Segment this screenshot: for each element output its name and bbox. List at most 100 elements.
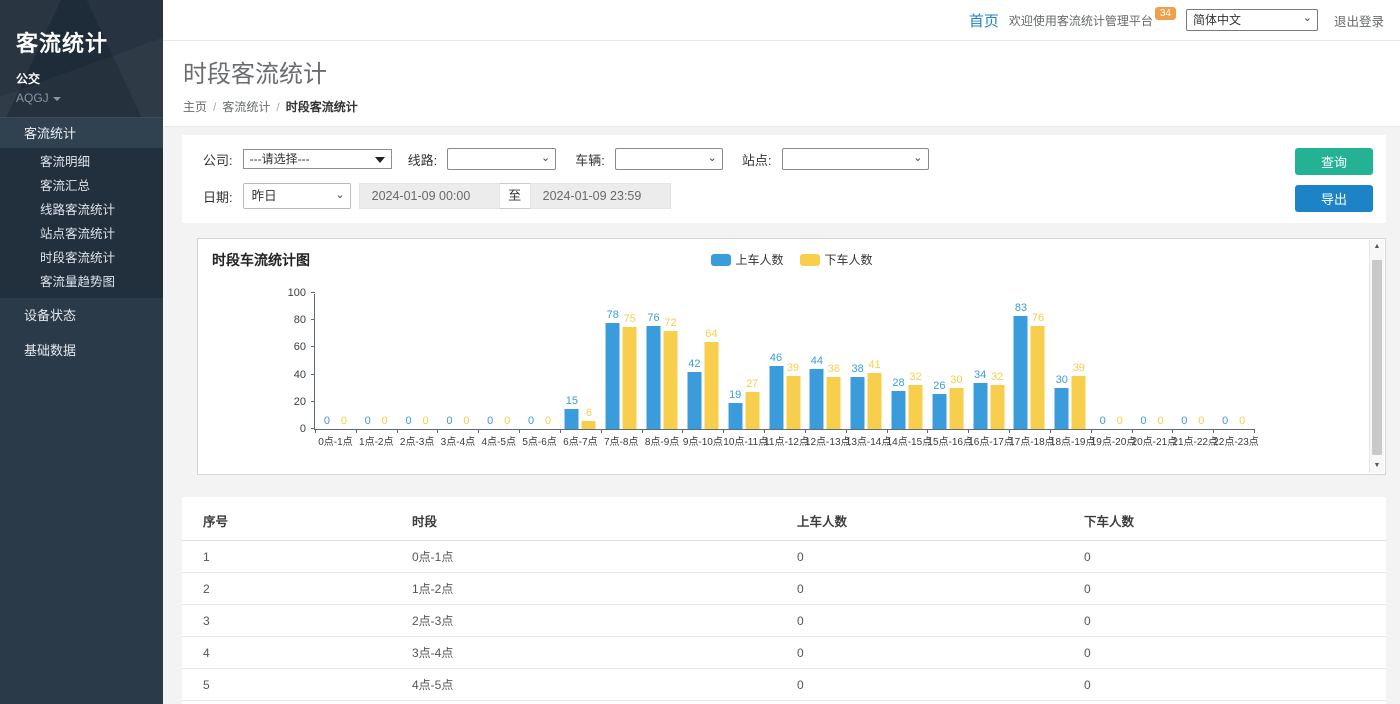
bar[interactable]: [973, 383, 987, 429]
sidebar-subitem-4[interactable]: 站点客流统计: [0, 222, 163, 246]
bar-value-label: 34: [974, 369, 986, 381]
bar-pair: 00: [402, 415, 433, 429]
vehicle-select[interactable]: [615, 148, 723, 170]
company-select[interactable]: ---请选择---: [243, 149, 392, 169]
bar[interactable]: [745, 392, 759, 429]
table-cell: 0: [1084, 669, 1386, 701]
scrollbar-up-icon[interactable]: ▲: [1370, 240, 1384, 254]
bar[interactable]: [728, 403, 742, 429]
notification-badge[interactable]: 34: [1155, 7, 1176, 20]
sidebar-subitem-3[interactable]: 线路客流统计: [0, 198, 163, 222]
table-row: 10点-1点00: [182, 541, 1386, 573]
bar-column: 15: [565, 395, 579, 429]
page-heading: 时段客流统计 主页/客流统计/时段客流统计: [163, 41, 1400, 127]
bar[interactable]: [1031, 326, 1045, 429]
hourly-stats-table: 序号时段上车人数下车人数 10点-1点0021点-2点0032点-3点0043点…: [182, 499, 1386, 704]
legend-item[interactable]: 下车人数: [800, 251, 873, 268]
bar-pair: 7672: [647, 312, 678, 429]
bar[interactable]: [810, 369, 824, 429]
breadcrumb-passenger-stats[interactable]: 客流统计: [222, 100, 270, 114]
bar[interactable]: [623, 327, 637, 429]
bar-value-label: 46: [770, 352, 782, 364]
x-axis-category-label: 13点-14点: [846, 433, 887, 448]
home-link[interactable]: 首页: [969, 10, 999, 31]
bar-pair: 00: [442, 415, 473, 429]
bar[interactable]: [1014, 316, 1028, 429]
breadcrumb-home[interactable]: 主页: [183, 100, 207, 114]
bar[interactable]: [769, 366, 783, 429]
content: 公司: ---请选择--- 线路: ⌄ 车辆: ⌄ 站点:: [163, 127, 1400, 704]
query-button[interactable]: 查询: [1295, 148, 1373, 175]
table-row: 65点-6点00: [182, 701, 1386, 704]
sidebar-subitem-1[interactable]: 客流明细: [0, 150, 163, 174]
bar[interactable]: [1055, 388, 1069, 429]
bar-column: 0: [442, 415, 456, 429]
table-cell: 2点-3点: [412, 605, 797, 637]
bar-group: 463911点-12点: [764, 294, 805, 429]
logout-link[interactable]: 退出登录: [1334, 11, 1384, 30]
caret-down-icon: [53, 97, 61, 101]
bar-pair: 38 41: [851, 359, 882, 429]
bar-value-label: 0: [1100, 415, 1106, 427]
bar-column: 0: [1235, 415, 1249, 429]
bar[interactable]: [909, 385, 923, 429]
bar-pair: 3039: [1055, 362, 1086, 429]
scrollbar-down-icon[interactable]: ▼: [1370, 459, 1384, 473]
chart-scrollbar[interactable]: ▲ ▼: [1369, 240, 1384, 473]
bar[interactable]: [704, 342, 718, 429]
bar[interactable]: [565, 409, 579, 429]
sidebar-subitem-6[interactable]: 客流量趋势图: [0, 270, 163, 294]
bar[interactable]: [1072, 376, 1086, 429]
bar[interactable]: [851, 377, 865, 429]
bar[interactable]: [582, 421, 596, 429]
table-cell: 1点-2点: [412, 573, 797, 605]
bar-group: 303918点-19点: [1050, 294, 1091, 429]
bar-group: 0021点-22点: [1172, 294, 1213, 429]
bar[interactable]: [606, 323, 620, 429]
bar[interactable]: [949, 388, 963, 429]
sidebar-logo-area: 客流统计 公交 AQGJ: [0, 0, 163, 117]
x-axis-category-label: 19点-20点: [1091, 433, 1132, 448]
bar[interactable]: [827, 377, 841, 429]
bar[interactable]: [786, 376, 800, 429]
bar[interactable]: [990, 385, 1004, 429]
bar-column: 78: [606, 309, 620, 429]
bar-group: 384113点-14点: [846, 294, 887, 429]
sidebar-section-passenger-stats[interactable]: 客流统计: [0, 117, 163, 148]
line-select[interactable]: [447, 148, 556, 170]
language-select[interactable]: 简体中文: [1186, 9, 1318, 31]
sidebar-subitem-2[interactable]: 客流汇总: [0, 174, 163, 198]
bar[interactable]: [892, 391, 906, 429]
sidebar-subitem-5[interactable]: 时段客流统计: [0, 246, 163, 270]
bar-pair: 156: [565, 395, 596, 429]
bar-group: 443812点-13点: [805, 294, 846, 429]
x-axis-category-label: 10点-11点: [723, 433, 764, 448]
bar[interactable]: [932, 394, 946, 429]
bar-pair: 2832: [892, 371, 923, 429]
sidebar-submenu: 客流明细客流汇总线路客流统计站点客流统计时段客流统计客流量趋势图: [0, 148, 163, 298]
date-preset-select[interactable]: 昨日: [243, 183, 351, 209]
scrollbar-thumb[interactable]: [1372, 260, 1382, 455]
bar-value-label: 0: [1222, 415, 1228, 427]
legend-item[interactable]: 上车人数: [710, 251, 783, 268]
bar-column: 38: [851, 363, 865, 429]
topbar: 首页 欢迎使用客流统计管理平台 34 简体中文 ⌄ 退出登录: [163, 0, 1400, 41]
bar-value-label: 0: [545, 415, 551, 427]
bar[interactable]: [868, 373, 882, 429]
sidebar-item-1[interactable]: 设备状态: [0, 298, 163, 333]
station-select[interactable]: [782, 148, 929, 170]
table-cell: 4点-5点: [412, 669, 797, 701]
user-dropdown[interactable]: AQGJ: [16, 91, 163, 105]
bar[interactable]: [664, 331, 678, 429]
bar[interactable]: [647, 326, 661, 429]
bar-value-label: 41: [869, 359, 881, 371]
export-button[interactable]: 导出: [1295, 185, 1373, 212]
x-axis-category-label: 11点-12点: [764, 433, 805, 448]
sidebar-item-2[interactable]: 基础数据: [0, 333, 163, 368]
date-end-input[interactable]: [530, 183, 671, 209]
y-axis-tick-label: 40: [294, 369, 306, 381]
date-start-input[interactable]: [359, 183, 500, 209]
sidebar-nav: 客流统计 客流明细客流汇总线路客流统计站点客流统计时段客流统计客流量趋势图 设备…: [0, 117, 163, 368]
bar[interactable]: [687, 372, 701, 429]
bar-value-label: 38: [852, 363, 864, 375]
